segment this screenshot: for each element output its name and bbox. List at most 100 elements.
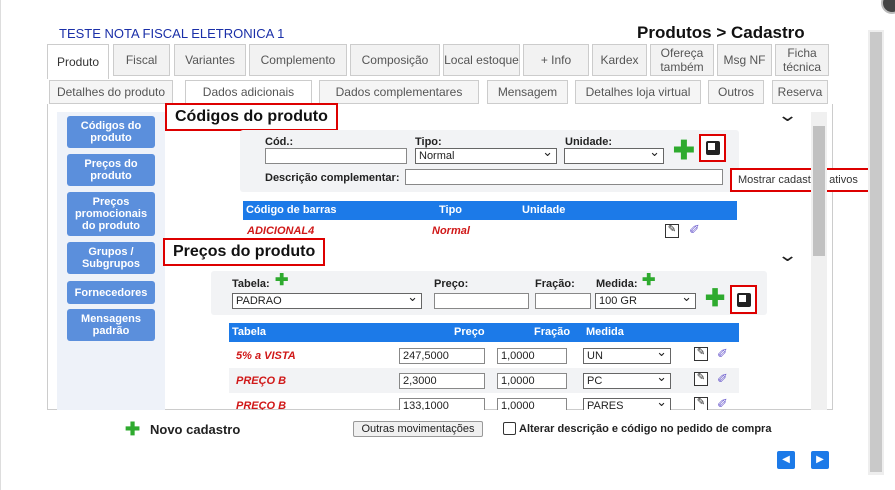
delete-icon[interactable]: ✐ [717,371,728,387]
row-codigo: ADICIONAL4 [247,225,315,237]
prev-arrow-icon[interactable]: ◀ [777,451,795,469]
row-preco-input[interactable]: 247,5000 [399,348,485,364]
row-tabela: PREÇO B [236,375,287,387]
row-tabela: 5% a VISTA [236,350,296,362]
edit-icon[interactable]: ✎ [665,224,679,238]
col-fracao: Fração [534,326,571,338]
tab-msg-nf[interactable]: Msg NF [717,44,772,76]
edit-icon[interactable]: ✎ [694,397,708,410]
add-tabela-icon[interactable]: ✚ [275,273,288,289]
panel-scrollbar-thumb[interactable] [813,126,825,256]
row-preco-input[interactable]: 133,1000 [399,398,485,410]
subtab-mensagem[interactable]: Mensagem [487,80,568,104]
nav-mensagens[interactable]: Mensagens padrão [67,309,155,341]
subtab-dados-complementares[interactable]: Dados complementares [319,80,479,104]
col-medida: Medida [586,326,624,338]
desc-input[interactable] [405,169,723,185]
outras-movimentacoes-button[interactable]: Outras movimentações [353,421,483,437]
tab-composicao[interactable]: Composição [350,44,440,76]
plus-icon[interactable]: ✚ [125,420,140,438]
edit-icon[interactable]: ✎ [694,347,708,361]
col-unidade: Unidade [522,204,566,216]
subtab-reserva[interactable]: Reserva [772,80,828,104]
codigos-table-header: Código de barras Tipo Unidade [243,201,737,220]
fracao-label: Fração: [535,278,575,290]
row-medida-select[interactable]: UN [583,345,671,364]
row-fracao-input[interactable]: 1,0000 [497,398,567,410]
window-corner-button[interactable] [881,0,895,14]
subtab-outros[interactable]: Outros [708,80,764,104]
row-tabela: PREÇO B [236,400,287,410]
nav-precos-promocionais[interactable]: Preços promocionais do produto [67,192,155,236]
tab-fiscal[interactable]: Fiscal [113,44,170,76]
nav-codigos[interactable]: Códigos do produto [67,116,155,148]
show-active-button[interactable] [699,134,726,162]
add-codigo-icon[interactable]: ✚ [673,137,695,163]
row-medida-select[interactable]: PARES [583,395,671,410]
subtab-dados-adicionais[interactable]: Dados adicionais [185,80,312,104]
unidade-select[interactable] [564,145,664,164]
add-medida-icon[interactable]: ✚ [642,273,655,289]
tabela-label: Tabela: [232,278,270,290]
tab-ficha-tecnica[interactable]: Ficha técnica [775,44,829,76]
cod-input[interactable] [265,148,407,164]
add-preco-icon[interactable]: ✚ [705,287,725,311]
delete-icon[interactable]: ✐ [717,396,728,410]
row-preco-input[interactable]: 2,3000 [399,373,485,389]
chevron-down-icon[interactable]: ⌄ [777,105,798,126]
table-row: PREÇO B 133,1000 1,0000 PARES ✎ ✐ [229,393,739,410]
tab-kardex[interactable]: Kardex [592,44,647,76]
col-codigo: Código de barras [246,204,337,216]
preco-label: Preço: [434,278,469,290]
medida-select[interactable]: 100 GR [595,290,696,309]
tabela-select[interactable]: PADRAO [232,290,422,309]
edit-icon[interactable]: ✎ [694,372,708,386]
medida-label: Medida: [596,278,638,290]
col-tipo: Tipo [439,204,463,216]
tab-variantes[interactable]: Variantes [174,44,246,76]
table-row: 5% a VISTA 247,5000 1,0000 UN ✎ ✐ [229,343,739,368]
tab-complemento[interactable]: Complemento [249,44,347,76]
tooltip: Mostrar cadastros ativos [730,168,876,192]
nav-grupos[interactable]: Grupos / Subgrupos [67,242,155,274]
preco-input[interactable] [434,293,529,309]
col-preco: Preço [454,326,485,338]
delete-icon[interactable]: ✐ [689,222,700,238]
table-row: PREÇO B 2,3000 1,0000 PC ✎ ✐ [229,368,739,393]
note-icon [736,292,751,307]
tab-local-estoque[interactable]: Local estoque [443,44,520,76]
page-title: Produtos > Cadastro [637,23,805,42]
precos-section-title: Preços do produto [163,238,326,266]
row-medida-select[interactable]: PC [583,370,671,389]
note-icon [705,141,720,155]
desc-label: Descrição complementar: [265,172,400,184]
subtab-detalhes-produto[interactable]: Detalhes do produto [49,80,173,104]
alterar-checkbox[interactable] [503,422,516,435]
unidade-label: Unidade: [565,136,613,148]
col-tabela: Tabela [232,326,267,338]
fracao-input[interactable] [535,293,591,309]
tab-info[interactable]: + Info [523,44,589,76]
codigos-section-title: Códigos do produto [165,103,338,131]
precos-table-header: Tabela Preço Fração Medida [229,323,739,342]
show-active-prices-button[interactable] [730,285,757,314]
row-tipo: Normal [432,225,470,237]
alterar-label: Alterar descrição e código no pedido de … [519,423,772,435]
tab-ofereca[interactable]: Ofereça também [650,44,714,76]
row-fracao-input[interactable]: 1,0000 [497,373,567,389]
chevron-down-icon[interactable]: ⌄ [777,245,798,266]
window-scrollbar-thumb[interactable] [870,32,882,472]
row-fracao-input[interactable]: 1,0000 [497,348,567,364]
product-window: TESTE NOTA FISCAL ELETRONICA 1 Produtos … [0,0,895,490]
subtab-detalhes-loja[interactable]: Detalhes loja virtual [575,80,701,104]
app-title: TESTE NOTA FISCAL ELETRONICA 1 [59,26,285,41]
nav-precos[interactable]: Preços do produto [67,154,155,186]
cod-label: Cód.: [265,136,294,148]
tipo-label: Tipo: [415,136,442,148]
delete-icon[interactable]: ✐ [717,346,728,362]
tipo-select[interactable]: Normal [415,145,557,164]
tab-produto[interactable]: Produto [47,44,109,79]
novo-cadastro-link[interactable]: Novo cadastro [150,422,240,437]
next-arrow-icon[interactable]: ▶ [811,451,829,469]
nav-fornecedores[interactable]: Fornecedores [67,281,155,304]
